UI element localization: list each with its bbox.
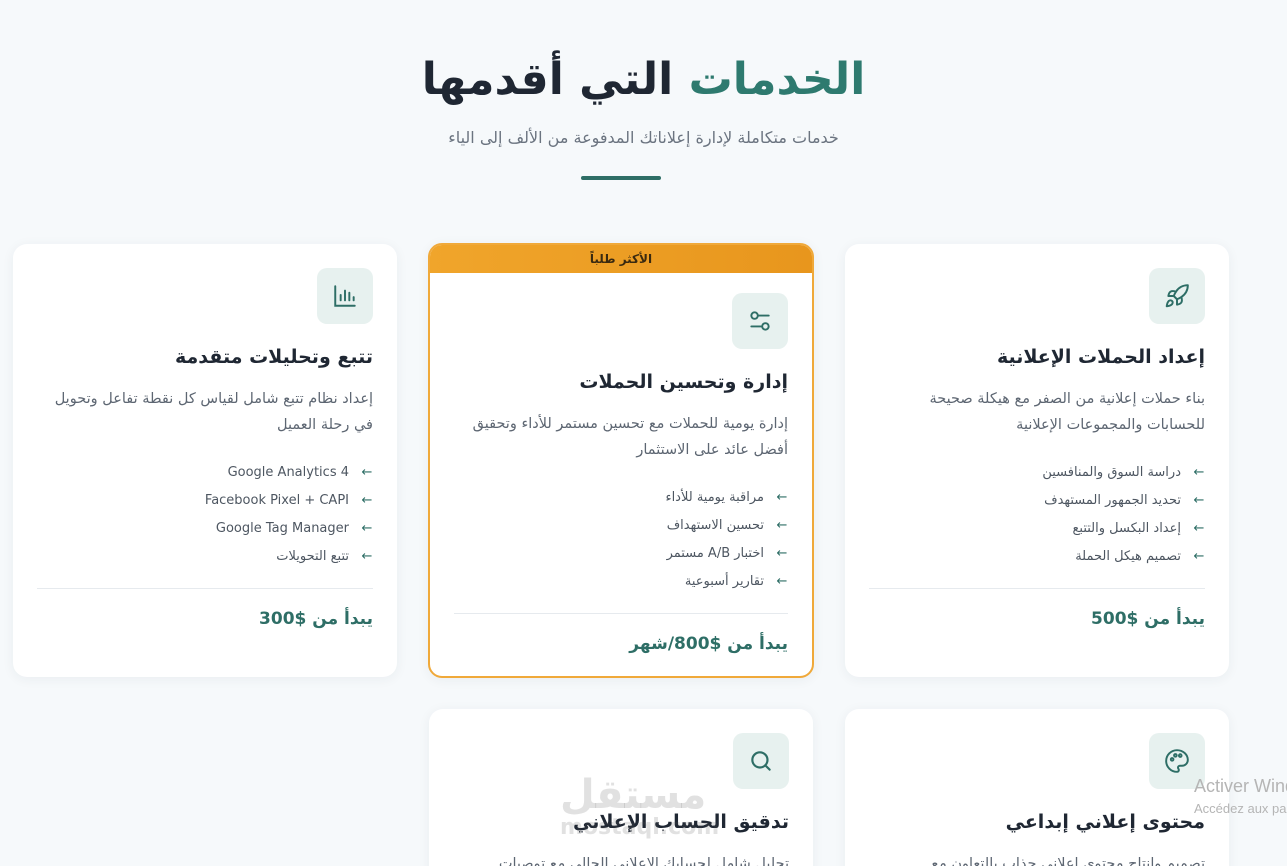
feature-label: تحسين الاستهداف (666, 517, 764, 533)
card-title: إعداد الحملات الإعلانية (996, 346, 1205, 368)
services-page: الخدمات التي أقدمها خدمات متكاملة لإدارة… (0, 0, 1287, 866)
list-item: ← Facebook Pixel + CAPI (37, 486, 373, 514)
windows-activation-notice: Activer Windows Accédez aux paramètres p… (1194, 776, 1287, 816)
card-description: تصميم وإنتاج محتوى إعلاني جذاب بالتعاون … (931, 856, 1205, 866)
sliders-icon (732, 293, 788, 349)
arrow-left-icon: ← (776, 545, 788, 561)
feature-label: تحديد الجمهور المستهدف (1044, 492, 1181, 508)
title-rest: التي أقدمها (421, 54, 674, 105)
arrow-left-icon: ← (361, 520, 373, 536)
section-header: الخدمات التي أقدمها خدمات متكاملة لإدارة… (0, 50, 1287, 147)
feature-list: ← مراقبة يومية للأداء ← تحسين الاستهداف ← ا… (454, 483, 788, 595)
list-item: ← تحسين الاستهداف (454, 511, 788, 539)
page-subtitle: خدمات متكاملة لإدارة إعلاناتك المدفوعة م… (448, 128, 839, 147)
card-title: محتوى إعلاني إبداعي (1005, 811, 1205, 833)
arrow-left-icon: ← (361, 548, 373, 564)
list-item: ← اختبار A/B مستمر (454, 539, 788, 567)
most-popular-badge: الأكثر طلباً (430, 245, 812, 273)
feature-label: تصميم هيكل الحملة (1075, 548, 1181, 564)
card-title: إدارة وتحسين الحملات (579, 371, 788, 393)
list-item: ← تصميم هيكل الحملة (869, 542, 1205, 570)
watermark-text: مستقل (560, 772, 707, 818)
arrow-left-icon: ← (776, 517, 788, 533)
arrow-left-icon: ← (1193, 492, 1205, 508)
feature-label: اختبار A/B مستمر (666, 545, 764, 561)
activation-title: Activer Windows (1194, 776, 1287, 796)
card-divider (37, 588, 373, 589)
feature-label: إعداد البكسل والتتبع (1072, 520, 1181, 536)
card-title: تتبع وتحليلات متقدمة (175, 346, 373, 368)
title-divider (581, 176, 661, 180)
service-card-setup[interactable]: إعداد الحملات الإعلانية بناء حملات إعلان… (845, 244, 1229, 677)
bar-chart-icon (317, 268, 373, 324)
card-description: تحليل شامل لحسابك الإعلاني الحالي مع توص… (498, 856, 789, 866)
activation-subtitle: Accédez aux paramètres pour activer Wind… (1194, 801, 1287, 816)
search-icon (733, 733, 789, 789)
card-divider (869, 588, 1205, 589)
price-label: يبدأ من $500 (1091, 609, 1205, 629)
feature-label: Google Tag Manager (215, 520, 349, 536)
feature-label: Google Analytics 4 (227, 464, 349, 480)
feature-label: مراقبة يومية للأداء (665, 489, 764, 505)
price-label: يبدأ من $800/شهر (629, 634, 788, 654)
card-description: إعداد نظام تتبع شامل لقياس كل نقطة تفاعل… (54, 391, 373, 433)
service-card-management[interactable]: الأكثر طلباً إدارة وتحسين الحملات إدارة … (428, 243, 814, 678)
list-item: ← إعداد البكسل والتتبع (869, 514, 1205, 542)
list-item: ← مراقبة يومية للأداء (454, 483, 788, 511)
card-description: بناء حملات إعلانية من الصفر مع هيكلة صحي… (929, 391, 1205, 433)
list-item: ← Google Analytics 4 (37, 458, 373, 486)
service-card-analytics[interactable]: تتبع وتحليلات متقدمة إعداد نظام تتبع شام… (13, 244, 397, 677)
feature-list: ← دراسة السوق والمنافسين ← تحديد الجمهور ا… (869, 458, 1205, 570)
price-label: يبدأ من $300 (259, 609, 373, 629)
arrow-left-icon: ← (361, 464, 373, 480)
list-item: ← Google Tag Manager (37, 514, 373, 542)
page-title: الخدمات التي أقدمها (0, 50, 1287, 110)
feature-label: تقارير أسبوعية (684, 573, 764, 589)
list-item: ← تحديد الجمهور المستهدف (869, 486, 1205, 514)
feature-list: ← Google Analytics 4 ← Facebook Pixel + CA… (37, 458, 373, 570)
card-description: إدارة يومية للحملات مع تحسين مستمر للأدا… (472, 416, 788, 458)
list-item: ← تتبع التحويلات (37, 542, 373, 570)
arrow-left-icon: ← (776, 489, 788, 505)
arrow-left-icon: ← (1193, 520, 1205, 536)
feature-label: تتبع التحويلات (276, 548, 349, 564)
list-item: ← تقارير أسبوعية (454, 567, 788, 595)
watermark-logo: مستقل mostaql.com (560, 775, 719, 841)
arrow-left-icon: ← (1193, 548, 1205, 564)
feature-label: دراسة السوق والمنافسين (1042, 464, 1181, 480)
arrow-left-icon: ← (776, 573, 788, 589)
arrow-left-icon: ← (361, 492, 373, 508)
title-accent: الخدمات (688, 54, 866, 105)
list-item: ← دراسة السوق والمنافسين (869, 458, 1205, 486)
service-card-creative[interactable]: محتوى إعلاني إبداعي تصميم وإنتاج محتوى إ… (845, 709, 1229, 866)
watermark-sub: mostaql.com (560, 815, 720, 840)
rocket-icon (1149, 268, 1205, 324)
arrow-left-icon: ← (1193, 464, 1205, 480)
feature-label: Facebook Pixel + CAPI (204, 492, 349, 508)
card-divider (454, 613, 788, 614)
